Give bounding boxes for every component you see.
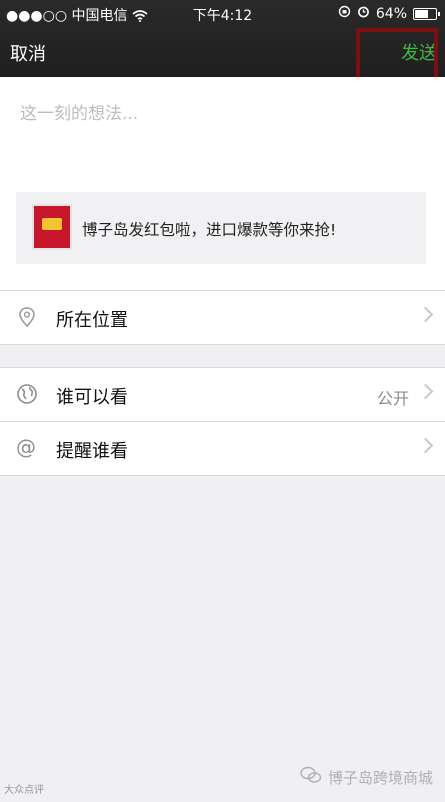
visibility-label: 谁可以看: [56, 387, 128, 408]
shared-link-title: 博子岛发红包啦，进口爆款等你来抢!: [82, 221, 337, 239]
location-label: 所在位置: [56, 310, 128, 331]
mention-row[interactable]: @ 提醒谁看: [0, 422, 445, 475]
visibility-value: 公开: [376, 389, 409, 408]
divider: [0, 475, 445, 476]
watermark-right: 博子岛跨境商城: [300, 766, 433, 788]
red-envelope-thumbnail: [32, 204, 72, 250]
rotation-lock-icon: [338, 5, 351, 22]
visibility-row[interactable]: 谁可以看 公开: [0, 368, 445, 421]
mention-label: 提醒谁看: [56, 441, 128, 462]
compose-area[interactable]: 这一刻的想法... 博子岛发红包啦，进口爆款等你来抢!: [0, 77, 445, 290]
status-bar: ●●●○○ 中国电信 下午4:12 64%: [0, 0, 445, 28]
location-row[interactable]: 所在位置: [0, 291, 445, 344]
cancel-button[interactable]: 取消: [10, 40, 46, 66]
shared-link-card[interactable]: 博子岛发红包啦，进口爆款等你来抢!: [16, 192, 426, 264]
chevron-right-icon: [417, 306, 434, 323]
at-icon: @: [16, 435, 36, 459]
chevron-right-icon: [417, 383, 434, 400]
watermark-right-text: 博子岛跨境商城: [327, 768, 433, 787]
battery-icon: [413, 7, 440, 20]
battery-percent: 64%: [375, 5, 407, 22]
location-pin-icon: [16, 306, 38, 328]
wechat-icon: [300, 766, 322, 788]
watermark-left: 大众点评: [4, 785, 44, 796]
globe-icon: [16, 383, 38, 405]
alarm-icon: [357, 5, 370, 22]
status-right: 64%: [338, 5, 440, 22]
chevron-right-icon: [417, 437, 434, 454]
thought-input-placeholder[interactable]: 这一刻的想法...: [20, 99, 138, 124]
divider: [0, 344, 445, 345]
